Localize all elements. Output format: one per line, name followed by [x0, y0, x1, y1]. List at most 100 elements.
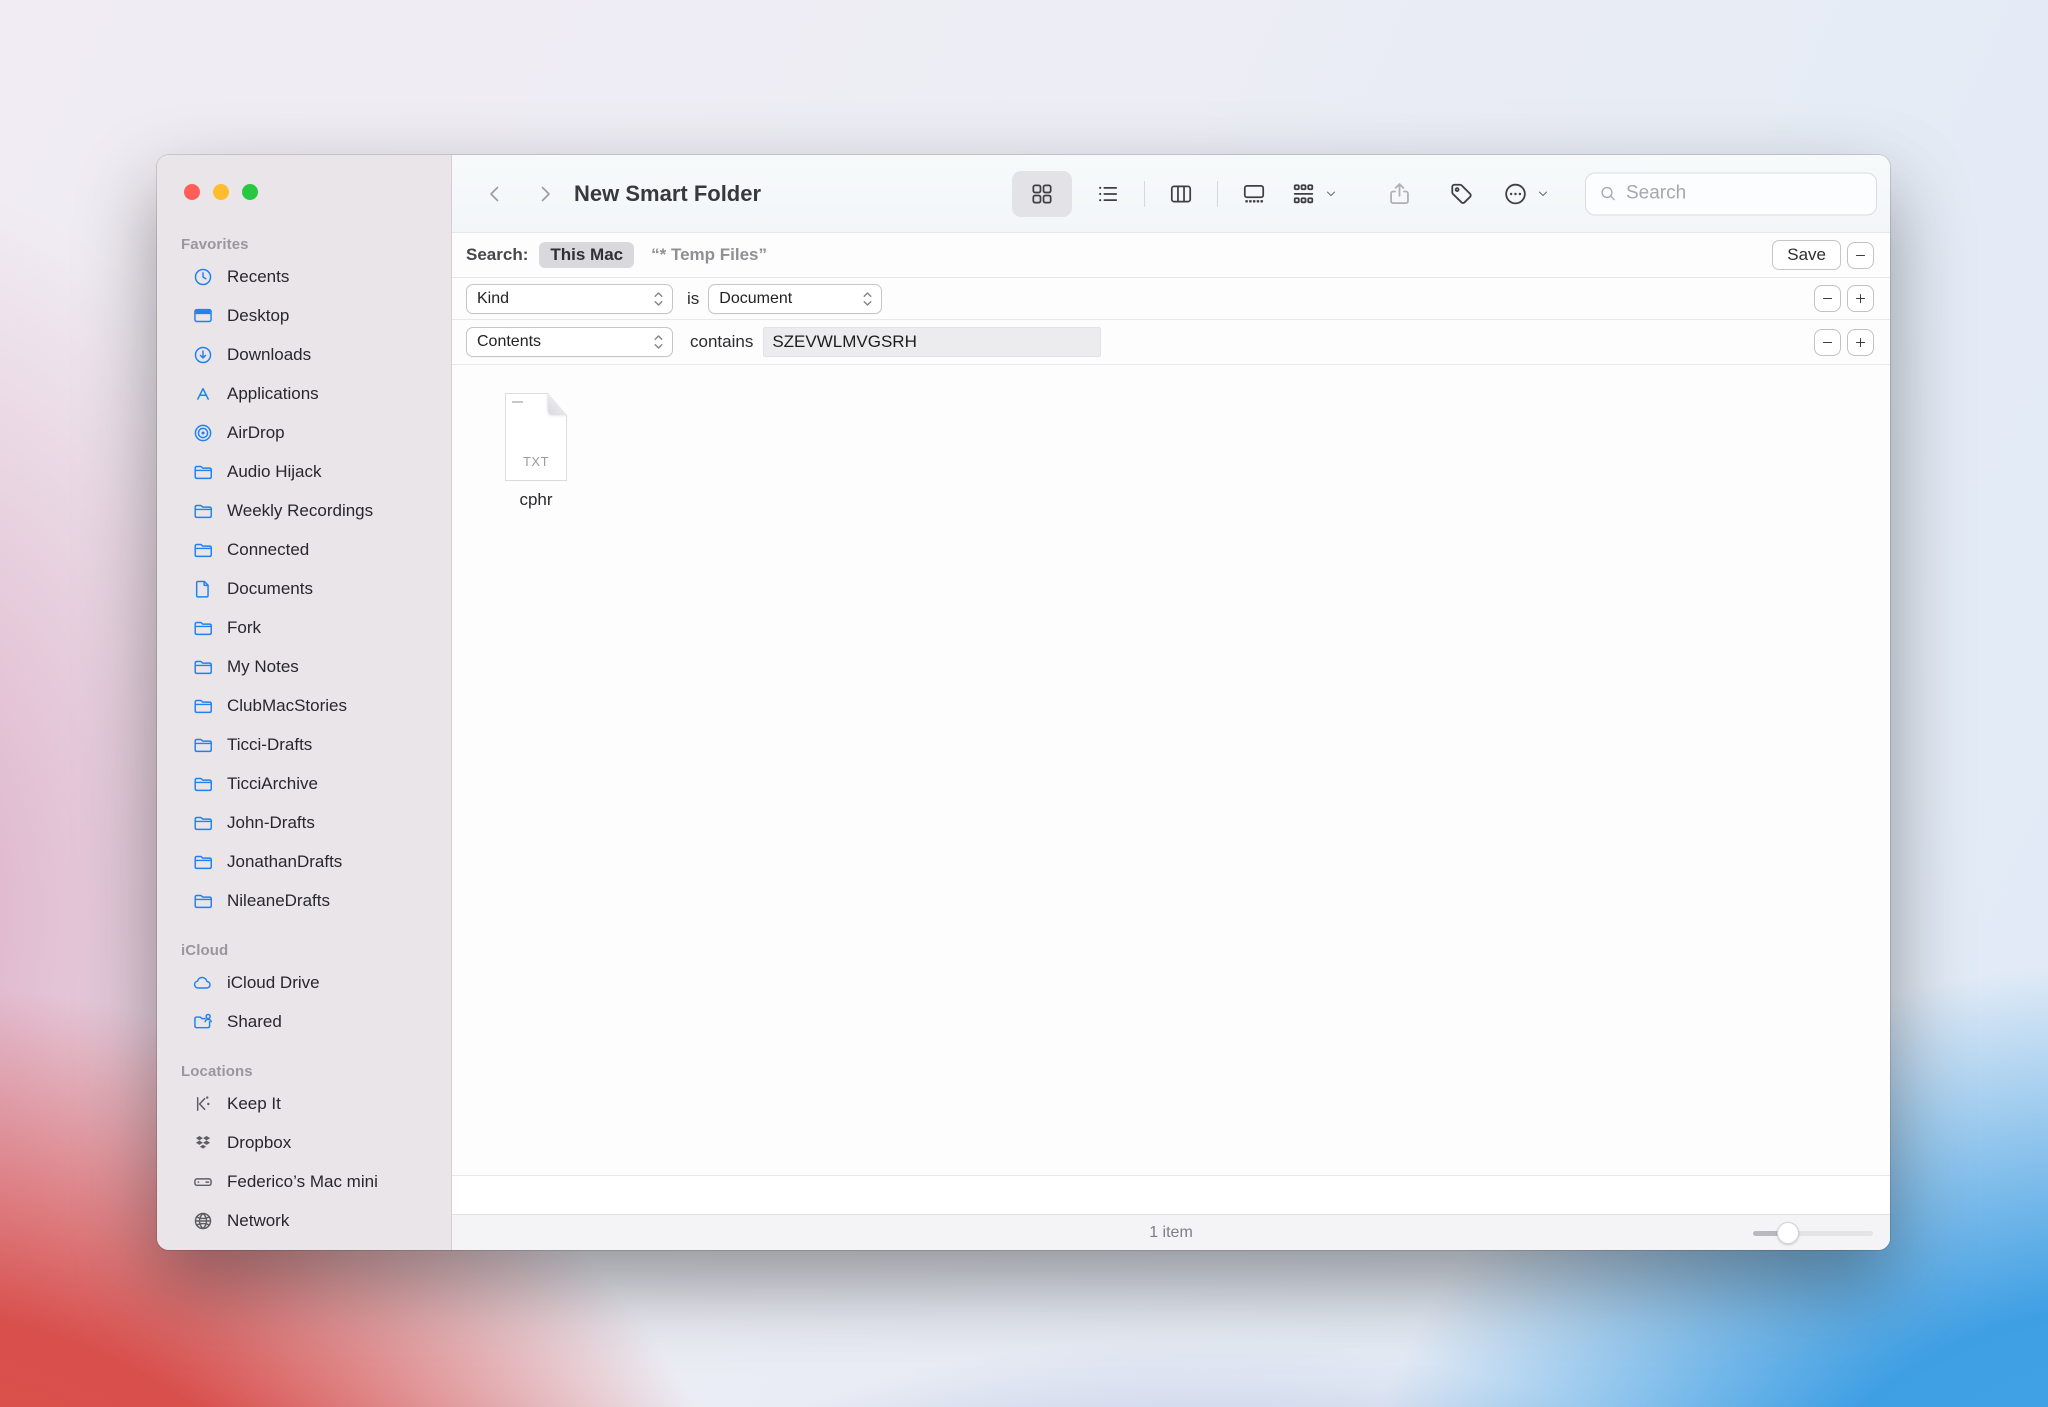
sidebar-item-clubmacstories[interactable]: ClubMacStories: [157, 686, 451, 725]
folder-icon: [192, 734, 214, 756]
sidebar-item-label: Connected: [227, 539, 310, 559]
sidebar-item-desktop[interactable]: Desktop: [157, 296, 451, 335]
group-by-button[interactable]: [1290, 180, 1338, 207]
txt-document-icon: TXT: [505, 393, 567, 481]
remove-criterion-button[interactable]: [1814, 328, 1841, 356]
scope-query-label: “* Temp Files”: [651, 245, 768, 264]
main-area: New Smart Folder Search Search: This Mac…: [452, 155, 1890, 1250]
results-area: TXT cphr: [452, 365, 1890, 1175]
file-name-label: cphr: [519, 490, 553, 509]
document-icon: [192, 578, 214, 600]
file-item[interactable]: TXT cphr: [488, 393, 584, 510]
remove-criterion-button[interactable]: [1814, 285, 1841, 312]
value-select[interactable]: Document: [708, 283, 883, 314]
toolbar-separator: [1144, 180, 1145, 207]
plus-icon: [1853, 335, 1868, 350]
toolbar-search-field[interactable]: [1585, 172, 1877, 215]
group-by-icon: [1290, 180, 1317, 207]
sidebar-item-label: Documents: [227, 578, 313, 598]
sidebar-item-shared[interactable]: Shared: [157, 1002, 451, 1041]
sidebar-item-airdrop[interactable]: AirDrop: [157, 413, 451, 452]
sidebar-item-label: Weekly Recordings: [227, 500, 374, 520]
sidebar-item-audio-hijack[interactable]: Audio Hijack: [157, 452, 451, 491]
folder-icon: [192, 773, 214, 795]
columns-view-icon: [1168, 181, 1194, 207]
sidebar-item-federico-s-mac-mini[interactable]: Federico’s Mac mini: [157, 1162, 451, 1201]
share-button[interactable]: [1386, 180, 1413, 207]
contains-value-input[interactable]: [763, 327, 1102, 357]
sidebar-item-label: Downloads: [227, 344, 312, 364]
search-scope-bar: Search: This Mac “* Temp Files” Save: [452, 233, 1890, 278]
gallery-view-icon: [1241, 181, 1267, 207]
remove-search-button[interactable]: [1847, 241, 1874, 269]
sidebar-item-dropbox[interactable]: Dropbox: [157, 1123, 451, 1162]
stepper-icon: [652, 289, 665, 309]
sidebar-item-label: John-Drafts: [227, 812, 315, 832]
icon-view-button[interactable]: [1012, 170, 1072, 217]
sidebar-item-ticciarchive[interactable]: TicciArchive: [157, 764, 451, 803]
operator-label: is: [687, 288, 700, 308]
doc-text-line: [512, 401, 523, 403]
globe-icon: [192, 1210, 214, 1232]
sidebar-item-connected[interactable]: Connected: [157, 530, 451, 569]
close-window-button[interactable]: [184, 184, 200, 200]
sidebar-item-jonathandrafts[interactable]: JonathanDrafts: [157, 842, 451, 881]
sidebar-item-label: My Notes: [227, 656, 299, 676]
operator-label: contains: [690, 332, 754, 351]
sidebar-section: iCloud iCloud Drive Shared: [157, 937, 451, 1041]
sidebar-item-keep-it[interactable]: Keep It: [157, 1084, 451, 1123]
column-view-button[interactable]: [1151, 171, 1211, 217]
more-actions-icon: [1502, 180, 1529, 207]
more-actions-button[interactable]: [1502, 180, 1550, 207]
scope-this-mac-button[interactable]: This Mac: [539, 242, 635, 268]
view-mode-control: [1012, 170, 1284, 217]
save-button[interactable]: Save: [1772, 240, 1841, 270]
sidebar: Favorites Recents Desktop Downloads Appl…: [157, 155, 452, 1250]
folder-icon: [192, 695, 214, 717]
attribute-select[interactable]: Contents: [466, 327, 673, 357]
folder-icon: [192, 890, 214, 912]
tag-icon: [1448, 180, 1475, 207]
folder-icon: [192, 851, 214, 873]
search-input[interactable]: [1626, 182, 1864, 205]
shared-folder-icon: [192, 1011, 214, 1033]
macmini-icon: [192, 1171, 214, 1193]
sidebar-item-john-drafts[interactable]: John-Drafts: [157, 803, 451, 842]
sidebar-item-network[interactable]: Network: [157, 1201, 451, 1240]
add-criterion-button[interactable]: [1847, 285, 1874, 312]
plus-icon: [1853, 291, 1868, 306]
sidebar-item-documents[interactable]: Documents: [157, 569, 451, 608]
add-criterion-button[interactable]: [1847, 328, 1874, 356]
share-icon: [1386, 180, 1413, 207]
sidebar-item-nileanedrafts[interactable]: NileaneDrafts: [157, 881, 451, 920]
sidebar-section: Favorites Recents Desktop Downloads Appl…: [157, 231, 451, 920]
sidebar-item-my-notes[interactable]: My Notes: [157, 647, 451, 686]
sidebar-item-icloud-drive[interactable]: iCloud Drive: [157, 963, 451, 1002]
sidebar-item-fork[interactable]: Fork: [157, 608, 451, 647]
attribute-select[interactable]: Kind: [466, 283, 673, 314]
chevron-down-icon: [1324, 187, 1338, 201]
zoom-window-button[interactable]: [242, 184, 258, 200]
forward-button[interactable]: [528, 177, 562, 211]
sidebar-item-applications[interactable]: Applications: [157, 374, 451, 413]
sidebar-item-label: Applications: [227, 383, 319, 403]
criterion-row-contents: Contents contains: [452, 320, 1890, 365]
list-view-button[interactable]: [1078, 171, 1138, 217]
minimize-window-button[interactable]: [213, 184, 229, 200]
sidebar-item-weekly-recordings[interactable]: Weekly Recordings: [157, 491, 451, 530]
sidebar-item-label: Recents: [227, 266, 290, 286]
grid-view-icon: [1029, 181, 1055, 207]
desktop-icon: [192, 305, 214, 327]
sidebar-item-label: Federico’s Mac mini: [227, 1171, 378, 1191]
sidebar-item-label: Desktop: [227, 305, 290, 325]
sidebar-item-ticci-drafts[interactable]: Ticci-Drafts: [157, 725, 451, 764]
slider-knob[interactable]: [1777, 1221, 1799, 1244]
sidebar-item-label: NileaneDrafts: [227, 890, 330, 910]
sidebar-item-recents[interactable]: Recents: [157, 257, 451, 296]
sidebar-item-downloads[interactable]: Downloads: [157, 335, 451, 374]
back-button[interactable]: [478, 177, 512, 211]
keepit-icon: [192, 1093, 214, 1115]
gallery-view-button[interactable]: [1224, 171, 1284, 217]
tags-button[interactable]: [1448, 180, 1475, 207]
icon-size-slider[interactable]: [1753, 1221, 1873, 1244]
